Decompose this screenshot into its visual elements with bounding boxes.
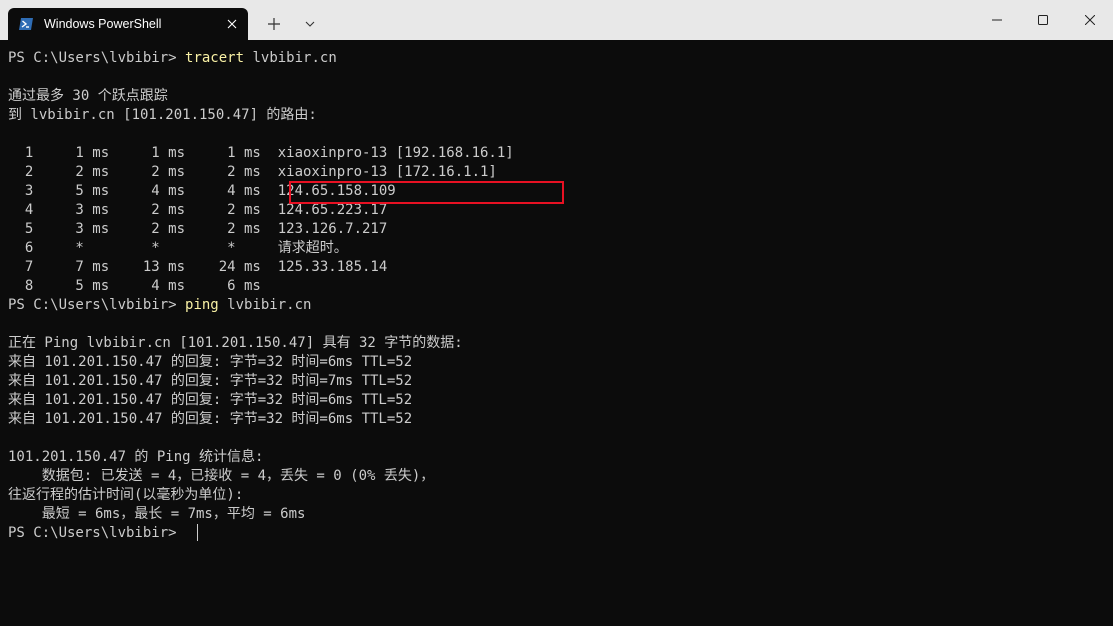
- powershell-icon: [19, 18, 33, 30]
- tab-close-icon[interactable]: [224, 16, 240, 32]
- command-args: lvbibir.cn: [244, 50, 337, 66]
- terminal-line: 5 3 ms 2 ms 2 ms 123.126.7.217: [8, 221, 388, 237]
- terminal-line: 到 lvbibir.cn [101.201.150.47] 的路由:: [8, 107, 317, 123]
- prompt: PS C:\Users\lvbibir>: [8, 297, 186, 313]
- highlight-box: [289, 181, 564, 204]
- terminal-line: 最短 = 6ms，最长 = 7ms，平均 = 6ms: [8, 506, 306, 522]
- terminal-line: 来自 101.201.150.47 的回复: 字节=32 时间=6ms TTL=…: [8, 411, 413, 427]
- terminal-line: 正在 Ping lvbibir.cn [101.201.150.47] 具有 3…: [8, 335, 463, 351]
- terminal-line: 通过最多 30 个跃点跟踪: [8, 88, 168, 104]
- terminal-line: 来自 101.201.150.47 的回复: 字节=32 时间=6ms TTL=…: [8, 392, 413, 408]
- terminal-line: 往返行程的估计时间(以毫秒为单位):: [8, 487, 244, 503]
- tab-windows-powershell[interactable]: Windows PowerShell: [8, 8, 248, 40]
- terminal-line: PS C:\Users\lvbibir> tracert lvbibir.cn: [8, 49, 337, 68]
- minimize-icon: [992, 19, 1002, 21]
- terminal-line: 6 * * * 请求超时。: [8, 240, 348, 256]
- terminal-line: PS C:\Users\lvbibir> ping lvbibir.cn: [8, 296, 311, 315]
- terminal-line: 来自 101.201.150.47 的回复: 字节=32 时间=6ms TTL=…: [8, 354, 413, 370]
- chevron-down-icon: [305, 21, 315, 27]
- close-button[interactable]: [1066, 6, 1113, 34]
- command: ping: [185, 297, 219, 313]
- tab-dropdown-button[interactable]: [300, 14, 320, 34]
- terminal-line: 1 1 ms 1 ms 1 ms xiaoxinpro-13 [192.168.…: [8, 145, 514, 161]
- title-bar: Windows PowerShell: [0, 0, 1113, 40]
- terminal-line: PS C:\Users\lvbibir>: [8, 524, 185, 543]
- terminal-output[interactable]: PS C:\Users\lvbibir> tracert lvbibir.cn …: [0, 40, 1113, 626]
- new-tab-button[interactable]: [262, 13, 286, 35]
- command-args: lvbibir.cn: [218, 297, 312, 313]
- maximize-icon: [1038, 15, 1048, 25]
- command: tracert: [185, 50, 245, 66]
- close-icon: [1084, 15, 1095, 25]
- maximize-button[interactable]: [1020, 6, 1066, 34]
- plus-icon: [268, 18, 280, 30]
- text-cursor: [197, 524, 198, 541]
- prompt: PS C:\Users\lvbibir>: [8, 525, 186, 541]
- terminal-line: 来自 101.201.150.47 的回复: 字节=32 时间=7ms TTL=…: [8, 373, 413, 389]
- terminal-line: 2 2 ms 2 ms 2 ms xiaoxinpro-13 [172.16.1…: [8, 164, 497, 180]
- tab-title: Windows PowerShell: [44, 17, 162, 31]
- terminal-line: 数据包: 已发送 = 4，已接收 = 4，丢失 = 0 (0% 丢失)，: [8, 468, 435, 484]
- prompt: PS C:\Users\lvbibir>: [8, 50, 186, 66]
- terminal-line: 7 7 ms 13 ms 24 ms 125.33.185.14: [8, 259, 388, 275]
- terminal-line: 8 5 ms 4 ms 6 ms: [8, 278, 261, 294]
- terminal-line: 101.201.150.47 的 Ping 统计信息:: [8, 449, 264, 465]
- minimize-button[interactable]: [974, 6, 1020, 34]
